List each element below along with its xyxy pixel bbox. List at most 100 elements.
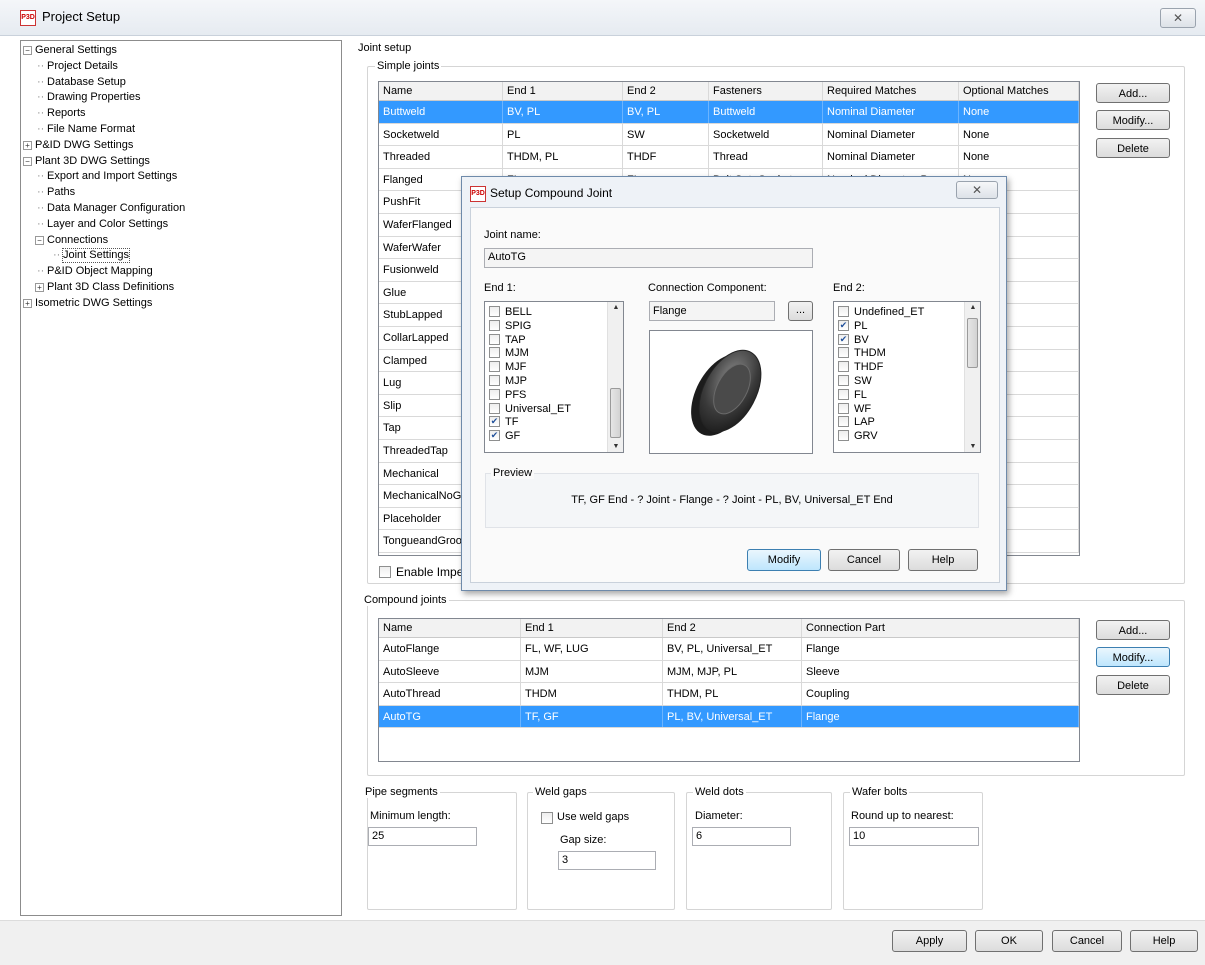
checkbox-icon[interactable] [489, 402, 500, 414]
scroll-up-icon[interactable]: ▲ [608, 304, 624, 311]
tree-toggle-icon[interactable]: + [35, 283, 44, 292]
compound-joints-table[interactable]: Name End 1 End 2 Connection Part AutoFlange F… [378, 618, 1080, 762]
scroll-down-icon[interactable]: ▼ [608, 443, 624, 450]
table-row[interactable]: AutoFlange FL, WF, LUG BV, PL, Universal_E… [379, 638, 1079, 661]
checkbox-icon[interactable] [489, 306, 500, 317]
checkbox-icon[interactable] [838, 402, 849, 414]
ok-button[interactable]: OK [975, 930, 1043, 952]
checklist-item-label: PL [854, 319, 868, 332]
column-header[interactable]: End 2 [623, 82, 709, 100]
tree-item[interactable]: ·· P&ID Object Mapping [21, 265, 341, 278]
diameter-input[interactable]: 6 [692, 827, 791, 846]
column-header[interactable]: Required Matches [823, 82, 959, 100]
tree-line-icon: ·· [53, 249, 61, 262]
tree-item[interactable]: ·· Drawing Properties [21, 91, 341, 104]
round-up-input[interactable]: 10 [849, 827, 979, 846]
column-header[interactable]: Optional Matches [959, 82, 1079, 100]
table-row[interactable]: Socketweld PL SW Socketweld Nominal Diameter… [379, 123, 1079, 147]
help-button[interactable]: Help [1130, 930, 1198, 952]
dialog-modify-button[interactable]: Modify [747, 549, 821, 571]
table-row[interactable]: Threaded THDM, PL THDF Thread Nominal Diamet… [379, 146, 1079, 169]
enable-imperial-checkbox[interactable] [379, 566, 391, 578]
table-cell: SW [623, 123, 709, 146]
column-header[interactable]: Fasteners [709, 82, 823, 100]
tree-toggle-icon[interactable]: + [23, 298, 32, 308]
dialog-cancel-button[interactable]: Cancel [828, 549, 900, 571]
checkbox-icon[interactable] [489, 333, 500, 345]
column-header[interactable]: End 2 [663, 619, 802, 637]
tree-item[interactable]: − Connections [21, 234, 341, 247]
simple-add-button[interactable]: Add... [1096, 83, 1170, 103]
dialog-help-button[interactable]: Help [908, 549, 978, 571]
minimum-length-input[interactable]: 25 [368, 827, 477, 846]
joint-name-input[interactable]: AutoTG [484, 248, 813, 268]
checkbox-checked-icon[interactable]: ✔ [489, 430, 500, 442]
tree-toggle-icon[interactable]: − [35, 235, 44, 245]
column-header[interactable]: Connection Part [802, 619, 1079, 637]
tree-toggle-icon[interactable]: + [23, 140, 32, 150]
checkbox-icon[interactable] [489, 375, 500, 386]
tree-item[interactable]: ·· Layer and Color Settings [21, 218, 341, 231]
table-row[interactable]: AutoTG TF, GF PL, BV, Universal_ET Flange [379, 705, 1079, 728]
tree-item[interactable]: ·· File Name Format [21, 123, 341, 136]
dialog-close-button[interactable]: ✕ [956, 181, 998, 199]
compound-add-button[interactable]: Add... [1096, 620, 1170, 640]
checkbox-icon[interactable] [838, 375, 849, 386]
gap-size-label: Gap size: [560, 834, 607, 846]
checkbox-icon[interactable] [838, 416, 849, 428]
checkbox-icon[interactable] [489, 388, 500, 400]
checkbox-checked-icon[interactable]: ✔ [489, 416, 500, 428]
tree-item[interactable]: ·· Database Setup [21, 76, 341, 89]
cancel-button[interactable]: Cancel [1052, 930, 1122, 952]
column-header[interactable]: Name [379, 82, 503, 100]
tree-item[interactable]: − Plant 3D DWG Settings [21, 155, 341, 168]
checkbox-checked-icon[interactable]: ✔ [838, 333, 849, 345]
checkbox-icon[interactable] [489, 361, 500, 373]
checkbox-icon[interactable] [489, 347, 500, 359]
column-header[interactable]: Name [379, 619, 521, 637]
compound-delete-button[interactable]: Delete [1096, 675, 1170, 695]
checkbox-icon[interactable] [838, 388, 849, 400]
gap-size-input[interactable]: 3 [558, 851, 656, 870]
scroll-up-icon[interactable]: ▲ [965, 304, 981, 311]
tree-item[interactable]: ·· Data Manager Configuration [21, 202, 341, 215]
tree-item[interactable]: − General Settings [21, 44, 341, 57]
scroll-thumb[interactable] [967, 318, 978, 368]
column-header[interactable]: End 1 [521, 619, 663, 637]
end1-list[interactable]: BELL SPIG TAP MJM MJF MJP PFS Universal_ET ✔ TF ✔ G… [484, 301, 624, 453]
apply-button[interactable]: Apply [892, 930, 967, 952]
checkbox-icon[interactable] [838, 361, 849, 373]
tree-item[interactable]: ·· Reports [21, 107, 341, 120]
column-header[interactable]: End 1 [503, 82, 623, 100]
tree-item[interactable]: + Plant 3D Class Definitions [21, 281, 341, 294]
close-button[interactable]: ✕ [1160, 8, 1196, 28]
connection-component-input[interactable]: Flange [649, 301, 775, 321]
table-row[interactable]: Buttweld BV, PL BV, PL Buttweld Nominal Diam… [379, 101, 1079, 124]
browse-button[interactable]: ... [788, 301, 813, 321]
tree-toggle-icon[interactable]: − [23, 46, 32, 55]
list-scrollbar[interactable]: ▲ ▼ [607, 302, 623, 452]
scroll-down-icon[interactable]: ▼ [965, 443, 981, 450]
list-scrollbar[interactable]: ▲ ▼ [964, 302, 980, 452]
checkbox-icon[interactable] [838, 347, 849, 359]
tree-item[interactable]: + P&ID DWG Settings [21, 139, 341, 152]
table-row[interactable]: AutoSleeve MJM MJM, MJP, PL Sleeve [379, 660, 1079, 683]
compound-modify-button[interactable]: Modify... [1096, 647, 1170, 667]
settings-tree[interactable]: − General Settings ·· Project Details ·· Data… [20, 40, 342, 916]
tree-toggle-icon[interactable]: − [23, 156, 32, 166]
checkbox-icon[interactable] [838, 430, 849, 442]
table-row[interactable]: AutoThread THDM THDM, PL Coupling [379, 683, 1079, 706]
tree-item[interactable]: ·· Export and Import Settings [21, 170, 341, 183]
tree-item[interactable]: ·· Project Details [21, 60, 341, 73]
tree-item[interactable]: + Isometric DWG Settings [21, 297, 341, 310]
checkbox-icon[interactable] [838, 306, 849, 317]
simple-delete-button[interactable]: Delete [1096, 138, 1170, 158]
tree-item[interactable]: ·· Paths [21, 186, 341, 199]
tree-item[interactable]: ·· Joint Settings [21, 248, 341, 264]
scroll-thumb[interactable] [610, 388, 621, 438]
use-weld-gaps-checkbox[interactable] [541, 812, 553, 824]
simple-modify-button[interactable]: Modify... [1096, 110, 1170, 130]
checkbox-icon[interactable] [489, 319, 500, 331]
end2-list[interactable]: Undefined_ET ✔ PL ✔ BV THDM THDF SW FL WF LAP GRV ▲ ▼ [833, 301, 981, 453]
checkbox-checked-icon[interactable]: ✔ [838, 319, 849, 331]
